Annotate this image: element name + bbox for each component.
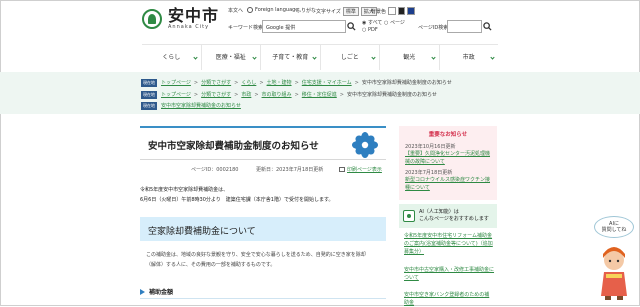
breadcrumb-link[interactable]: 市の取り組み — [262, 91, 292, 98]
page-title: 安中市空家除却費補助金制度のお知らせ — [148, 141, 319, 152]
print-link[interactable]: 印刷ページ表示 — [339, 166, 382, 173]
page-title-box: 安中市空家除却費補助金制度のお知らせ — [140, 126, 386, 160]
bg-white-button[interactable] — [388, 7, 396, 15]
breadcrumb-link[interactable]: トップページ — [161, 79, 191, 86]
ai-heading: AI（人工知能）は — [419, 209, 459, 215]
important-notices: 重要なお知らせ 2023年10月16日更新 【重要】久間浄化センター汚泥処理機械… — [399, 126, 497, 200]
intro-text: 6月6日（火曜日）午前8時30分より 建築住宅課（本庁舎1階）で受付を開始します… — [140, 197, 334, 203]
breadcrumb-link[interactable]: 分類でさがす — [201, 79, 231, 86]
chevron-down-icon — [192, 55, 198, 60]
breadcrumb: 現在地 トップページ > 分類でさがす > 市政 > 市の取り組み > 移住・定住促進 >… — [141, 90, 437, 99]
nav-item-living[interactable]: くらし — [142, 45, 201, 70]
breadcrumb-badge: 現在地 — [141, 90, 157, 99]
search-icon — [347, 22, 356, 31]
ai-recommend-box: AI（人工知能）は こんなページをおすすめします — [399, 204, 497, 228]
page-id: ページID：0002180 — [191, 167, 239, 173]
breadcrumb-link[interactable]: 住宅支援・マイホーム — [302, 79, 352, 86]
chevron-down-icon — [252, 55, 257, 60]
section-heading: 空家除却費補助金について — [140, 217, 386, 241]
breadcrumb-current: 安中市空家除却費補助金制度のお知らせ — [361, 80, 452, 86]
ai-subheading: こんなページをおすすめします — [419, 216, 489, 222]
breadcrumb-link[interactable]: 分類でさがす — [201, 91, 231, 98]
notice-date: 2023年7月18日更新 — [405, 170, 453, 176]
mascot-speech-bubble[interactable]: AIに 質問してね — [594, 216, 634, 238]
breadcrumb-link[interactable]: 市政 — [241, 91, 251, 98]
search-icon — [483, 22, 492, 31]
bg-blue-button[interactable] — [407, 7, 415, 15]
breadcrumb-badge: 現在地 — [141, 101, 157, 110]
nav-item-city-admin[interactable]: 市政 — [438, 45, 499, 70]
print-icon — [339, 167, 345, 172]
radio-all[interactable]: ◉ すべて — [362, 19, 382, 26]
nav-item-childcare[interactable]: 子育て・教育 — [260, 45, 320, 70]
page-id-search-button[interactable] — [482, 20, 493, 33]
notice-date: 2023年10月16日更新 — [405, 144, 456, 150]
nav-item-tourism[interactable]: 観光 — [379, 45, 439, 70]
bg-black-button[interactable] — [397, 7, 406, 15]
nav-item-health[interactable]: 医療・福祉 — [200, 45, 261, 70]
global-nav: くらし 医療・福祉 子育て・教育 しごと 観光 市政 — [142, 44, 498, 70]
font-size-control: 文字サイズ 標準 拡大 — [316, 7, 377, 16]
logo-title: 安中市 — [168, 6, 220, 25]
subsection-heading: 補助金額 — [140, 285, 386, 299]
important-title: 重要なお知らせ — [428, 132, 468, 138]
page-id-search-label: ページID検索 — [418, 25, 449, 31]
breadcrumb-link[interactable]: くらし — [241, 79, 256, 86]
radio-pdf[interactable]: ○ PDF — [362, 27, 378, 33]
breadcrumb-link[interactable]: 安中市空家除却費補助金のお知らせ — [161, 102, 241, 109]
globe-icon — [247, 7, 253, 13]
furigana-link[interactable]: ふりがな — [296, 7, 316, 14]
related-link[interactable]: 安中市空き家バンク登録者のための補助金 — [404, 291, 494, 307]
paragraph: この補助金は、地域の良好な景観を守り、安全で安心な暮らしを送るため、自発的に空き… — [146, 252, 366, 258]
chevron-down-icon — [311, 55, 317, 60]
breadcrumb: 現在地 トップページ > 分類でさがす > くらし > 土地・建物 > 住宅支援・マイホ… — [141, 78, 452, 87]
intro-text: 令和5年度安中市空家除却費補助金は、 — [140, 187, 229, 193]
keyword-search-button[interactable] — [346, 20, 357, 33]
keyword-search-label: キーワード検索 — [228, 25, 264, 31]
notice-link[interactable]: 新型コロナウイルス感染症ワクチン接種について — [405, 176, 493, 192]
ai-robot-icon — [403, 210, 415, 222]
keyword-search-input[interactable]: Google 提供 — [262, 20, 346, 33]
breadcrumb-badge: 現在地 — [141, 78, 157, 87]
font-size-standard-button[interactable]: 標準 — [342, 7, 359, 16]
city-emblem-icon — [142, 9, 162, 29]
foreign-language-link[interactable]: Foreign language — [247, 7, 298, 13]
chevron-down-icon — [490, 55, 495, 60]
related-link[interactable]: 令和5年度安中市住宅リフォーム補助金のご案内(浴室補助金等について)（追加募集分… — [404, 232, 494, 256]
paragraph: （解体）する人に、その費用の一部を補助するものです。 — [146, 262, 276, 268]
page-id-search-input[interactable] — [447, 20, 482, 33]
background-color-control: 背景色 — [371, 7, 415, 15]
site-logo[interactable]: 安中市 Annaka City — [142, 8, 219, 30]
notice-link[interactable]: 【重要】久間浄化センター汚泥処理機械の故障について — [405, 150, 493, 166]
related-link[interactable]: 安中市中古空家購入・改修工事補助金について — [404, 266, 494, 282]
chevron-down-icon — [371, 55, 376, 60]
triangle-bullet-icon — [140, 288, 145, 295]
skip-to-content-link[interactable]: 本文へ — [228, 7, 243, 14]
breadcrumb-link[interactable]: トップページ — [161, 91, 191, 98]
chevron-down-icon — [430, 55, 436, 60]
breadcrumb-link[interactable]: 土地・建物 — [267, 79, 292, 86]
nav-item-work[interactable]: しごと — [319, 45, 380, 70]
breadcrumb-link[interactable]: 移住・定住促進 — [302, 91, 337, 98]
breadcrumb: 現在地 安中市空家除却費補助金のお知らせ — [141, 101, 241, 110]
breadcrumb-current: 安中市空家除却費補助金制度のお知らせ — [346, 92, 437, 98]
updated-date: 更新日：2023年7月18日更新 — [256, 167, 324, 173]
radio-page[interactable]: ○ ページ — [384, 19, 405, 26]
flower-emblem-icon — [352, 132, 378, 158]
